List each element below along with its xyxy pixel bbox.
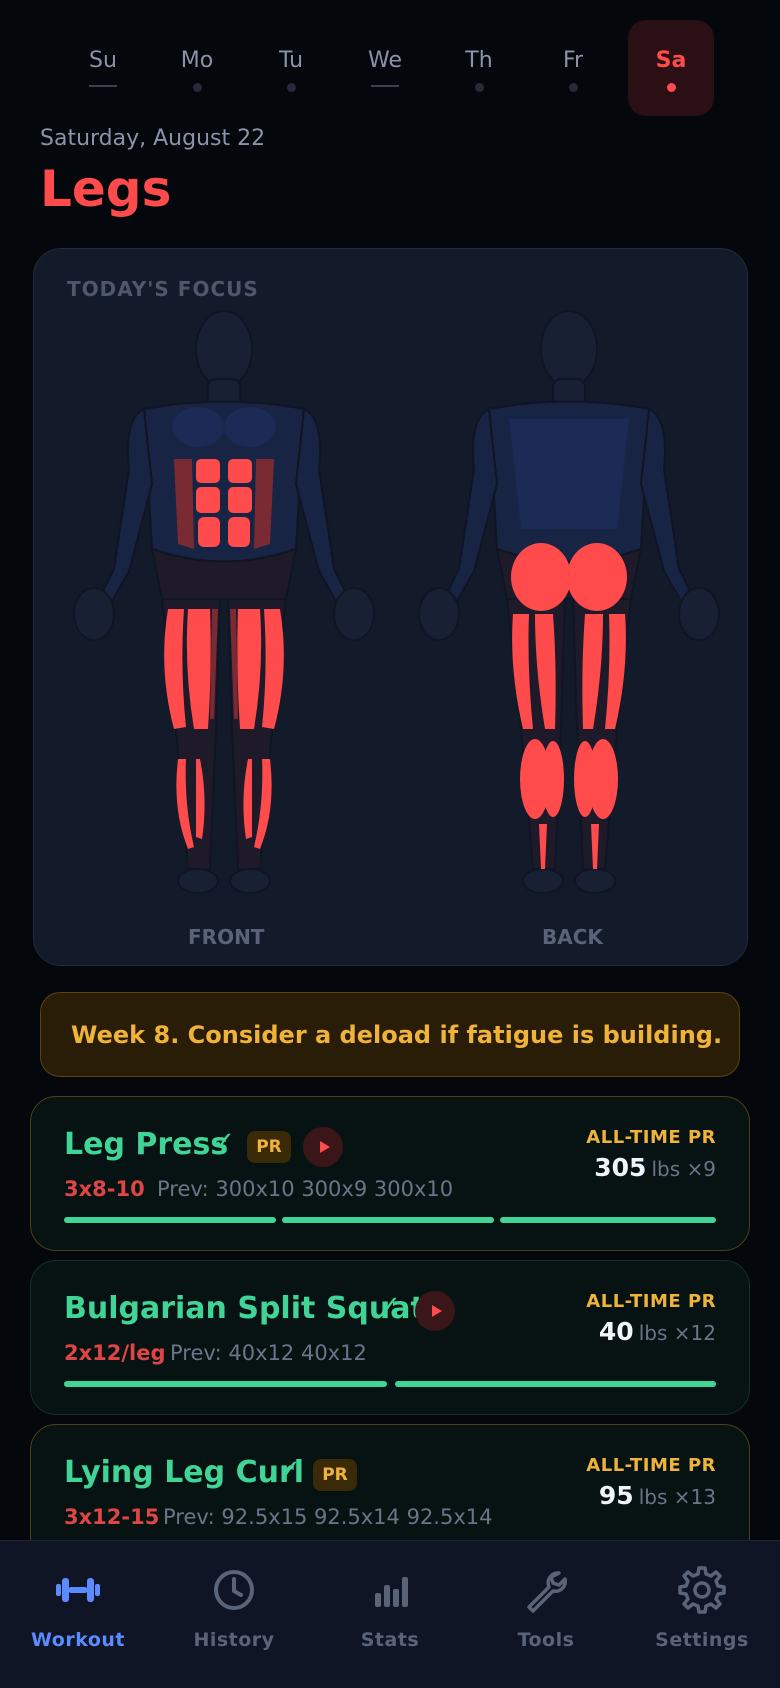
day-monday[interactable]: Mo [154,20,240,116]
nav-label: Stats [360,1629,420,1651]
day-label: Sa [655,48,687,73]
nav-label: Settings [655,1629,749,1651]
day-label: Fr [562,48,584,73]
pr-weight: 305 [594,1153,647,1182]
all-time-pr-value: 40 lbs ×12 [599,1317,716,1346]
day-friday[interactable]: Fr [530,20,616,116]
all-time-pr-value: 95 lbs ×13 [599,1481,716,1510]
nav-label: Workout [31,1629,125,1651]
pr-reps: lbs ×13 [638,1485,716,1509]
previous-sets: Prev: 300x10 300x9 300x10 [157,1177,454,1201]
front-body-figure [73,310,375,894]
pr-weight: 95 [598,1481,634,1510]
set-progress-bar [500,1217,716,1223]
quads-muscle [164,609,284,729]
pr-weight: 40 [598,1317,634,1346]
exercise-card-leg-press[interactable]: Leg Press ✓ PR 3x8-10 Prev: 300x10 300x9… [30,1096,750,1251]
day-marker-dot [286,83,296,92]
set-progress-bar [395,1381,716,1387]
day-marker-dot [474,83,484,92]
clock-icon [214,1570,254,1610]
set-scheme: 2x12/leg [64,1341,166,1365]
nav-label: History [193,1629,275,1651]
deload-banner: Week 8. Consider a deload if fatigue is … [40,992,740,1077]
deload-message: Week 8. Consider a deload if fatigue is … [71,1020,723,1049]
nav-stats[interactable]: Stats [312,1541,468,1688]
pr-badge: PR [247,1131,291,1163]
nav-workout[interactable]: Workout [0,1541,156,1688]
back-body-figure [418,310,720,894]
day-label: Mo [180,48,214,73]
pr-badge: PR [313,1459,357,1491]
wrench-icon [527,1571,567,1613]
workout-title: Legs [40,160,172,218]
set-progress-bar [64,1381,387,1387]
gear-icon [678,1566,726,1614]
nav-tools[interactable]: Tools [468,1541,624,1688]
day-label: Th [465,48,493,73]
previous-sets: Prev: 40x12 40x12 [170,1341,367,1365]
day-label: Tu [278,48,304,73]
day-tuesday[interactable]: Tu [248,20,334,116]
back-view-label: BACK [542,925,603,949]
day-saturday[interactable]: Sa [628,20,714,116]
all-time-pr-value: 305 lbs ×9 [594,1153,716,1182]
set-progress-bar [282,1217,494,1223]
day-marker-line [371,85,399,87]
day-thursday[interactable]: Th [436,20,522,116]
exercise-card-bulgarian-split-squat[interactable]: Bulgarian Split Squat ✓ 2x12/leg Prev: 4… [30,1260,750,1415]
play-video-button[interactable] [415,1291,455,1331]
set-scheme: 3x12-15 [64,1505,160,1529]
workout-date: Saturday, August 22 [40,126,266,151]
exercise-name: Leg Press [64,1127,229,1162]
play-icon [431,1305,442,1317]
focus-label: TODAY'S FOCUS [67,277,259,301]
all-time-pr-heading: ALL-TIME PR [586,1291,716,1312]
week-day-selector: Su Mo Tu We Th Fr Sa [60,20,720,116]
todays-focus-card: TODAY'S FOCUS FRONT BACK [33,248,748,966]
all-time-pr-heading: ALL-TIME PR [586,1127,716,1148]
all-time-pr-heading: ALL-TIME PR [586,1455,716,1476]
day-marker-dot [666,83,676,92]
completed-check-icon: ✓ [379,1291,401,1321]
pr-reps: lbs ×9 [651,1157,716,1181]
previous-sets: Prev: 92.5x15 92.5x14 92.5x14 [163,1505,493,1529]
play-video-button[interactable] [303,1127,343,1167]
day-wednesday[interactable]: We [342,20,428,116]
pr-reps: lbs ×12 [638,1321,716,1345]
exercise-name: Bulgarian Split Squat [64,1291,425,1326]
muscle-map [73,310,720,894]
completed-check-icon: ✓ [213,1127,235,1157]
bottom-nav: Workout History Stats Tools Settings [0,1540,780,1688]
dumbbell-icon [56,1578,100,1602]
set-progress-bar [64,1217,276,1223]
day-marker-dot [568,83,578,92]
day-marker-line [89,85,117,87]
exercise-name: Lying Leg Curl [64,1455,305,1490]
play-icon [319,1141,330,1153]
completed-check-icon: ✓ [279,1455,301,1485]
set-scheme: 3x8-10 [64,1177,145,1201]
day-label: Su [89,48,117,73]
day-marker-dot [192,83,202,92]
bar-chart-icon [375,1577,408,1607]
nav-history[interactable]: History [156,1541,312,1688]
front-view-label: FRONT [188,925,265,949]
nav-settings[interactable]: Settings [624,1541,780,1688]
nav-label: Tools [517,1629,575,1651]
day-sunday[interactable]: Su [60,20,146,116]
day-label: We [368,48,402,73]
